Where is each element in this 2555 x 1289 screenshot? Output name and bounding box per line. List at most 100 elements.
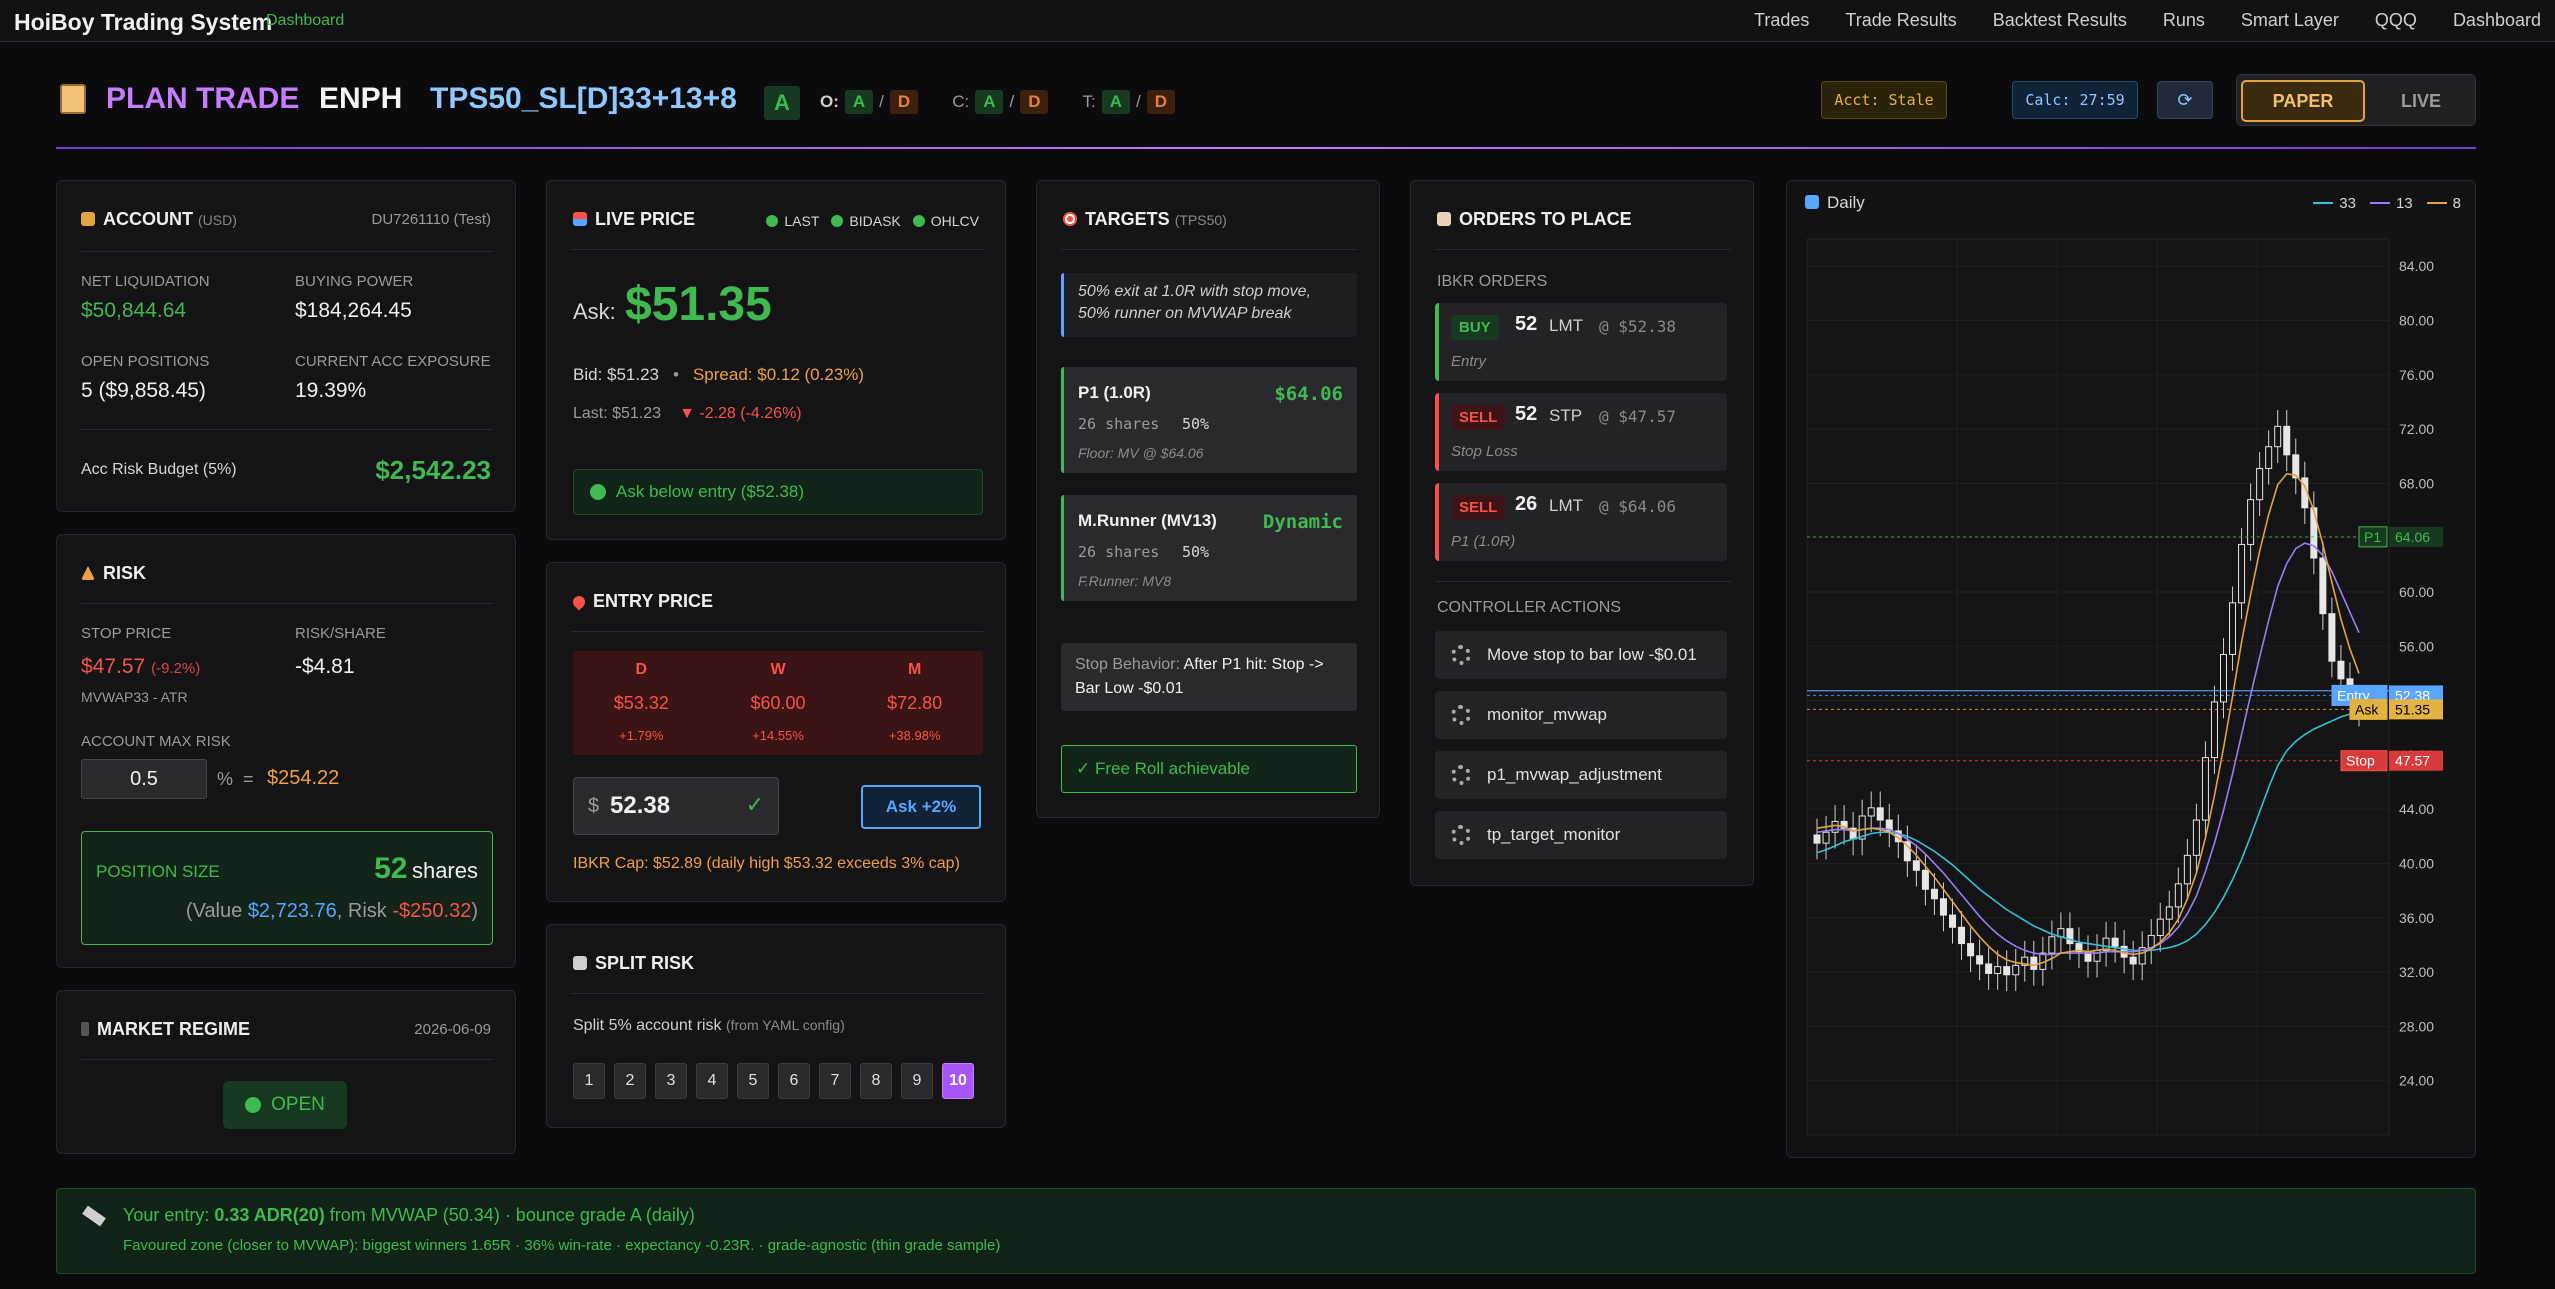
nav-link-smart-layer[interactable]: Smart Layer [2241, 10, 2339, 31]
timeframe-col-w[interactable]: W $60.00 +14.55% [710, 651, 847, 755]
split-option-7[interactable]: 7 [819, 1063, 851, 1099]
grade-sep: / [879, 92, 884, 111]
entry-prefix: Your entry: [123, 1205, 215, 1225]
candle-body [2003, 966, 2011, 976]
gear-icon [1451, 825, 1471, 845]
close-grade-label: C: [952, 92, 970, 111]
account-currency: (USD) [198, 212, 237, 228]
split-option-2[interactable]: 2 [614, 1063, 646, 1099]
divider [81, 429, 493, 430]
timeframe-col-m[interactable]: M $72.80 +38.98% [846, 651, 983, 755]
refresh-button[interactable]: ⟳ [2157, 81, 2213, 119]
chart-title: Daily [1805, 193, 1865, 213]
legend-label: 13 [2395, 195, 2413, 212]
split-option-1[interactable]: 1 [573, 1063, 605, 1099]
y-tick-label: 24.00 [2399, 1073, 2434, 1089]
targets-card: TARGETS (TPS50) 50% exit at 1.0R with st… [1036, 180, 1380, 818]
gear-icon [1451, 705, 1471, 725]
split-option-9[interactable]: 9 [901, 1063, 933, 1099]
shares-value: 52 [374, 852, 408, 885]
order-type: LMT [1549, 496, 1583, 515]
candle-body [2174, 883, 2182, 908]
entry-price-input[interactable]: 52.38 [610, 792, 670, 820]
split-option-8[interactable]: 8 [860, 1063, 892, 1099]
open-grade-label: O: [820, 92, 839, 111]
order-desc: P1 (1.0R) [1451, 533, 1516, 550]
split-option-5[interactable]: 5 [737, 1063, 769, 1099]
split-option-3[interactable]: 3 [655, 1063, 687, 1099]
legend-label: 8 [2452, 195, 2461, 212]
candle-body [2238, 543, 2246, 604]
order-row-sell-stop[interactable]: SELL 52 STP @ $47.57 Stop Loss [1435, 393, 1727, 471]
regime-title: MARKET REGIME [97, 1019, 250, 1039]
feed-ohlcv-label: OHLCV [930, 213, 979, 229]
nav-link-backtest-results[interactable]: Backtest Results [1993, 10, 2127, 31]
split-option-4[interactable]: 4 [696, 1063, 728, 1099]
gear-icon [1451, 765, 1471, 785]
target-p1-price: $64.06 [1274, 383, 1343, 405]
target-runner: M.Runner (MV13) Dynamic 26 shares 50% F.… [1061, 495, 1357, 601]
nav-link-qqq[interactable]: QQQ [2375, 10, 2417, 31]
legend-swatch [2426, 202, 2447, 204]
candle-body [2247, 499, 2255, 545]
refresh-icon: ⟳ [2177, 89, 2193, 110]
nav-link-trade-results[interactable]: Trade Results [1845, 10, 1956, 31]
max-risk-input[interactable] [81, 759, 207, 799]
position-value: $2,723.76 [247, 900, 337, 922]
entry-price-field[interactable]: $ 52.38 ✓ [573, 777, 779, 835]
chart-legend: 33 13 8 [2313, 195, 2461, 212]
position-risk: -$250.32 [392, 900, 472, 922]
dice-icon [573, 956, 587, 970]
money-bag-icon [81, 212, 95, 226]
feed-dot-icon [831, 215, 844, 227]
risk-per-share-value: -$4.81 [295, 655, 355, 678]
nav-link-runs[interactable]: Runs [2163, 10, 2205, 31]
order-type: STP [1549, 406, 1583, 425]
controller-action-move-stop[interactable]: Move stop to bar low -$0.01 [1435, 631, 1727, 679]
nav-link-trades[interactable]: Trades [1754, 10, 1809, 31]
entry-title: ENTRY PRICE [593, 591, 714, 611]
order-side: SELL [1451, 495, 1506, 520]
paper-mode-button[interactable]: PAPER [2241, 80, 2365, 122]
split-desc: Split 5% account risk (from YAML config) [573, 1017, 845, 1035]
position-size-label: POSITION SIZE [96, 862, 220, 881]
target-p1-pct: 50% [1182, 415, 1210, 433]
candle-body [2129, 956, 2137, 965]
candle-body [2328, 613, 2336, 662]
split-option-10-selected[interactable]: 10 [942, 1063, 974, 1099]
controller-action-monitor-mvwap[interactable]: monitor_mvwap [1435, 691, 1727, 739]
brand-subtitle[interactable]: Dashboard [266, 12, 344, 30]
calc-timer-badge: Calc: 27:59 [2012, 81, 2138, 119]
live-mode-button[interactable]: LIVE [2371, 80, 2471, 122]
order-price: @ $64.06 [1599, 497, 1677, 516]
order-side: SELL [1451, 405, 1506, 430]
trend-grade-label: T: [1082, 92, 1096, 111]
ibkr-orders-label: IBKR ORDERS [1437, 273, 1548, 290]
brand-title[interactable]: HoiBoy Trading System [14, 9, 272, 36]
ask-plus-2-button[interactable]: Ask +2% [861, 785, 981, 829]
price-chart[interactable]: 84.0080.0076.0072.0068.0064.0060.0056.00… [1787, 225, 2477, 1155]
timeframe-col-d[interactable]: D $53.32 +1.79% [573, 651, 710, 755]
split-option-6[interactable]: 6 [778, 1063, 810, 1099]
risk-separator: , Risk [336, 900, 393, 922]
order-row-sell-p1[interactable]: SELL 26 LMT @ $64.06 P1 (1.0R) [1435, 483, 1727, 561]
entry-rest: from MVWAP (50.34) · bounce grade A (dai… [324, 1205, 695, 1225]
account-status-badge: Acct: Stale [1821, 81, 1947, 119]
clipboard-icon [60, 84, 86, 114]
candle-body [2274, 425, 2282, 448]
candle-body [2156, 918, 2164, 936]
controller-action-tp-monitor[interactable]: tp_target_monitor [1435, 811, 1727, 859]
target-runner-name: M.Runner (MV13) [1078, 511, 1217, 530]
legend-swatch [2313, 202, 2334, 204]
order-row-buy-entry[interactable]: BUY 52 LMT @ $52.38 Entry [1435, 303, 1727, 381]
split-risk-card: SPLIT RISK Split 5% account risk (from Y… [546, 924, 1006, 1128]
controller-action-p1-mvwap[interactable]: p1_mvwap_adjustment [1435, 751, 1727, 799]
level-price-label: 64.06 [2395, 529, 2430, 545]
candle-body [1876, 807, 1884, 821]
shares-unit: shares [411, 858, 478, 883]
traffic-light-icon [81, 1022, 89, 1036]
free-roll-badge: ✓ Free Roll achievable [1061, 745, 1357, 793]
max-risk-value: $254.22 [267, 767, 340, 789]
nav-link-dashboard[interactable]: Dashboard [2453, 10, 2541, 31]
net-liq-value: $50,844.64 [81, 299, 187, 322]
